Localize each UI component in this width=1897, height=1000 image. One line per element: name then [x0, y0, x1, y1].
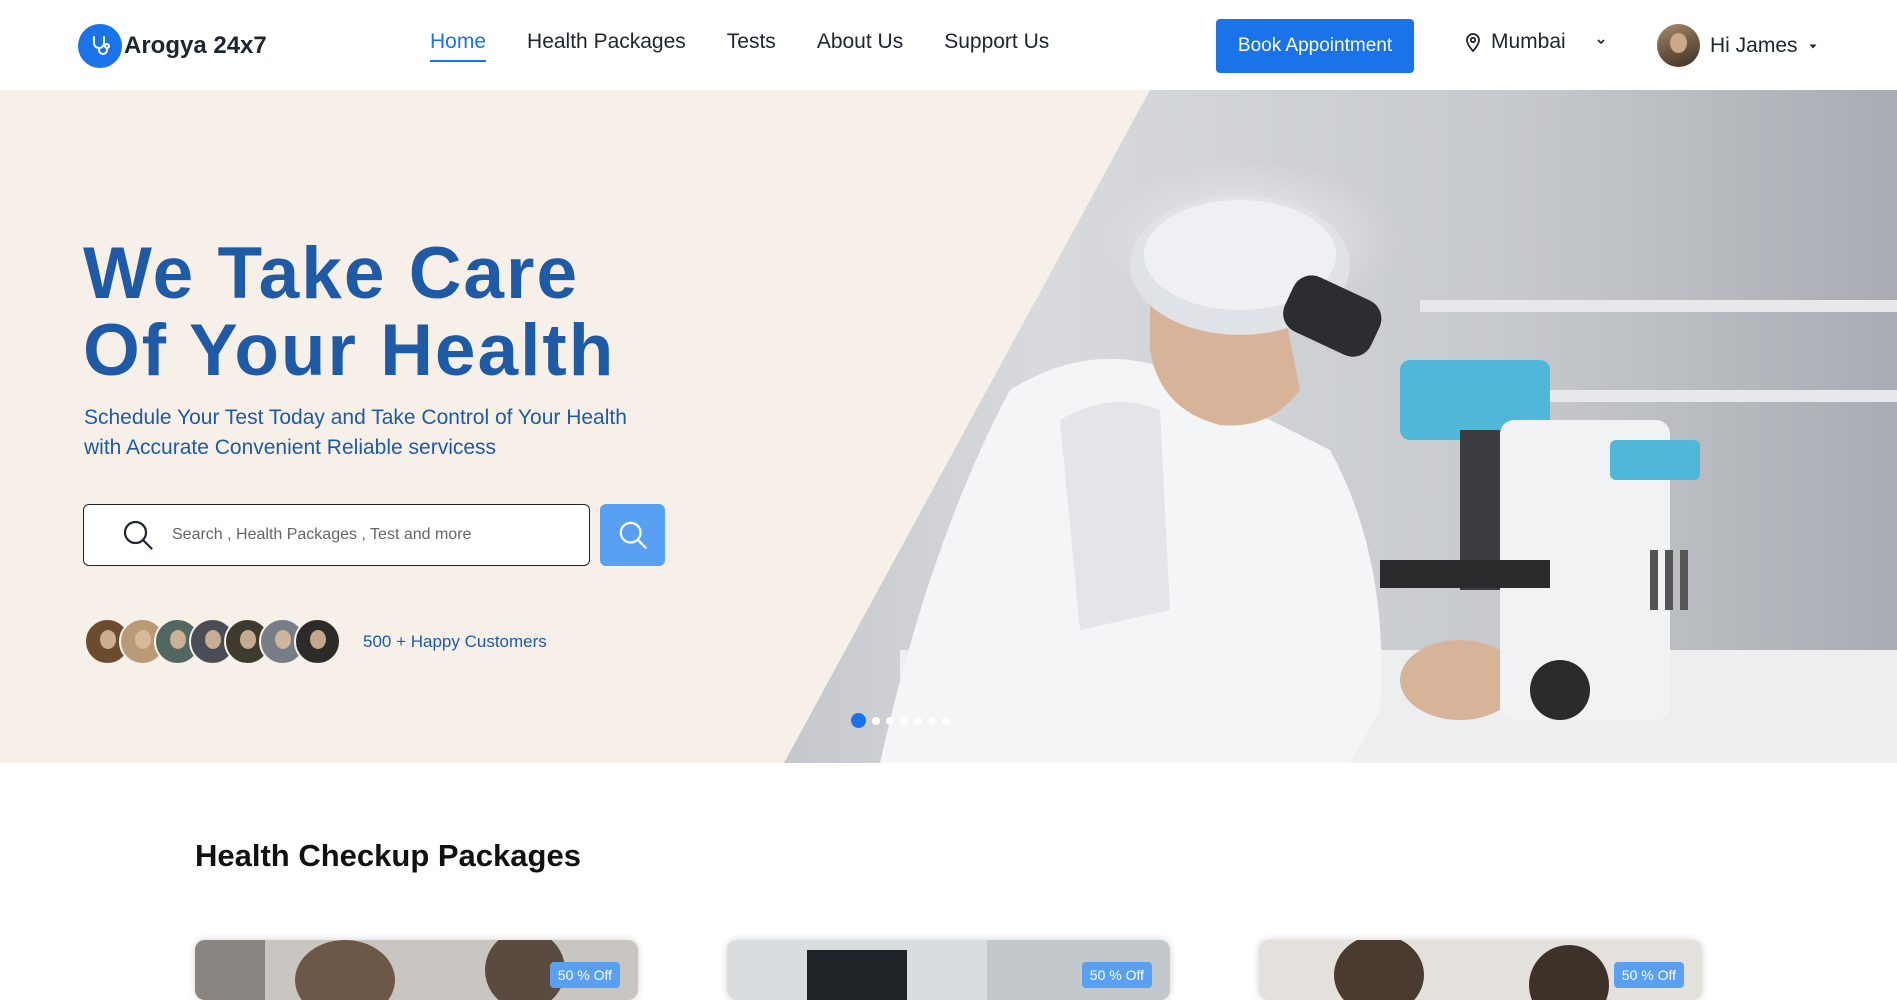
nav-health-packages[interactable]: Health Packages [527, 30, 686, 62]
stethoscope-icon [78, 24, 122, 68]
section-title: Health Checkup Packages [195, 838, 581, 873]
carousel-dots [851, 713, 956, 728]
search-icon [618, 520, 648, 550]
carousel-dot[interactable] [851, 713, 866, 728]
brand-logo[interactable]: Arogya 24x7 [78, 24, 267, 68]
carousel-dot[interactable] [886, 716, 894, 725]
user-menu[interactable]: Hi James [1657, 24, 1818, 67]
hero-title: We Take Care Of Your Health [83, 235, 615, 389]
customers-count-text: 500 + Happy Customers [363, 631, 547, 651]
search-button[interactable] [600, 504, 665, 566]
user-greeting: Hi James [1710, 33, 1798, 57]
site-header: Arogya 24x7 Home Health Packages Tests A… [0, 0, 1897, 90]
carousel-dot[interactable] [914, 716, 922, 725]
nav-support-us[interactable]: Support Us [944, 30, 1049, 62]
hero-banner: We Take Care Of Your Health Schedule You… [0, 90, 1897, 763]
search-field [83, 504, 590, 566]
discount-badge: 50 % Off [1081, 962, 1152, 988]
discount-badge: 50 % Off [1613, 962, 1684, 988]
package-card[interactable]: 50 % Off [727, 940, 1170, 1000]
brand-name: Arogya 24x7 [124, 32, 267, 59]
carousel-dot[interactable] [942, 716, 950, 725]
hero-subtitle: Schedule Your Test Today and Take Contro… [84, 403, 724, 463]
happy-customers: 500 + Happy Customers [84, 618, 547, 665]
location-label: Mumbai [1491, 30, 1566, 53]
book-appointment-button[interactable]: Book Appointment [1216, 19, 1414, 73]
search-icon [122, 519, 154, 551]
nav-home[interactable]: Home [430, 30, 487, 62]
main-nav: Home Health Packages Tests About Us Supp… [430, 30, 1090, 62]
hero-subtitle-line-1: Schedule Your Test Today and Take Contro… [84, 406, 627, 429]
nav-tests[interactable]: Tests [727, 30, 776, 62]
customer-avatar [294, 618, 341, 665]
carousel-dot[interactable] [928, 716, 936, 725]
hero-title-line-2: Of Your Health [83, 310, 616, 391]
hero-title-line-1: We Take Care [83, 233, 580, 314]
carousel-dot[interactable] [900, 716, 908, 725]
hero-subtitle-line-2: with Accurate Convenient Reliable servic… [84, 436, 497, 459]
location-selector[interactable]: Mumbai [1465, 30, 1606, 54]
customer-avatars [84, 618, 341, 665]
discount-badge: 50 % Off [549, 962, 620, 988]
nav-about-us[interactable]: About Us [817, 30, 903, 62]
carousel-dot[interactable] [872, 716, 880, 725]
map-pin-icon [1465, 32, 1481, 52]
avatar [1657, 24, 1700, 67]
caret-down-icon [1808, 42, 1818, 50]
package-card[interactable]: 50 % Off [1259, 940, 1702, 1000]
search-input[interactable] [172, 526, 552, 544]
package-card[interactable]: 50 % Off [195, 940, 638, 1000]
chevron-down-icon [1596, 38, 1606, 46]
